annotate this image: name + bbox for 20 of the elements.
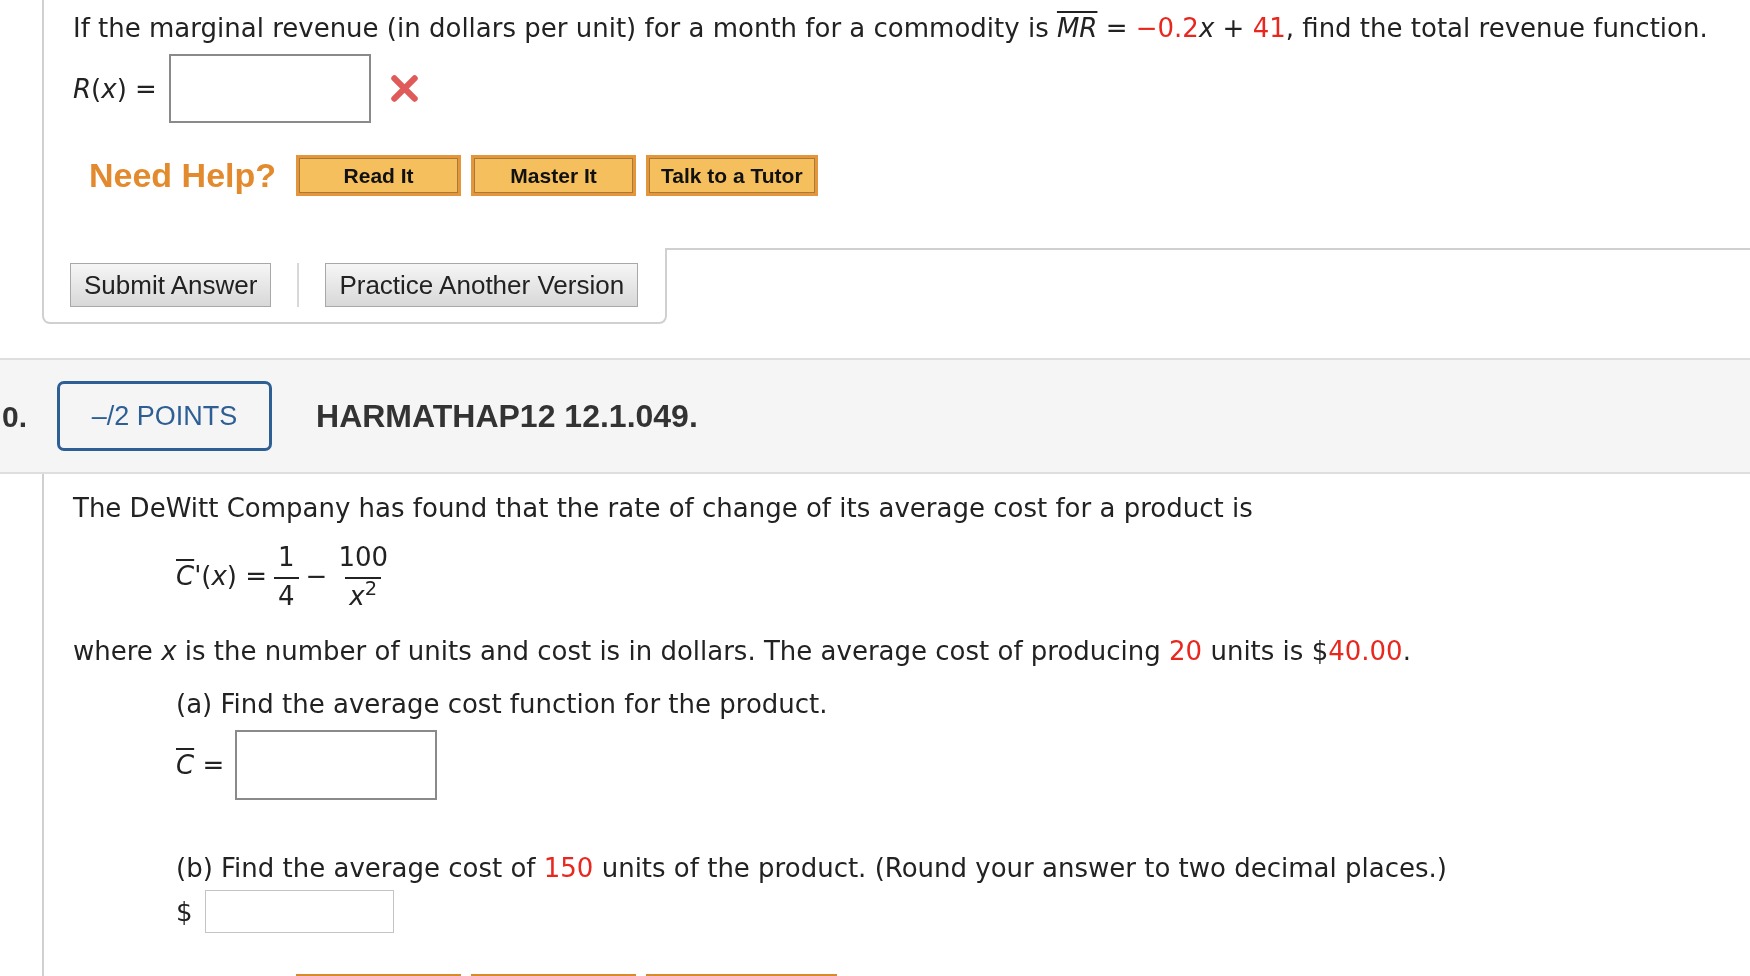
answer-field[interactable] [235, 730, 438, 800]
question-text: The DeWitt Company has found that the rate of change of its average cost for a product is [73, 492, 1254, 525]
help-button[interactable]: Read It [296, 155, 462, 196]
question-text: If the marginal revenue (in dollars per unit) for a month for a commodity is MR = −0.2x + 41, find the total revenue function. [73, 12, 1709, 45]
answer-field[interactable] [204, 890, 394, 933]
question-text: where x is the number of units and cost is in dollars. The average cost of producing 20 units is $40.00. [73, 635, 1412, 668]
action-button[interactable]: Practice Another Version [325, 263, 639, 307]
need-help-label: Need Help? [89, 155, 277, 196]
points-badge: –/2 POINTS [57, 381, 273, 451]
help-button[interactable]: Talk to a Tutor [646, 155, 818, 196]
answer-label: C = [176, 749, 225, 782]
question-code: HARMATHAP12 12.1.049. [316, 397, 698, 436]
part-question-text: (b) Find the average cost of 150 units of the product. (Round your answer to two decimal places.) [176, 852, 1448, 885]
answer-field[interactable] [168, 54, 371, 123]
question-number: 0. [2, 398, 28, 435]
help-button[interactable]: Master It [471, 155, 637, 196]
part-question-text: (a) Find the average cost function for the product. [176, 688, 829, 721]
answer-label: R(x) = [73, 72, 157, 106]
answer-label: $ [176, 895, 193, 929]
action-button[interactable]: Submit Answer [70, 263, 272, 307]
